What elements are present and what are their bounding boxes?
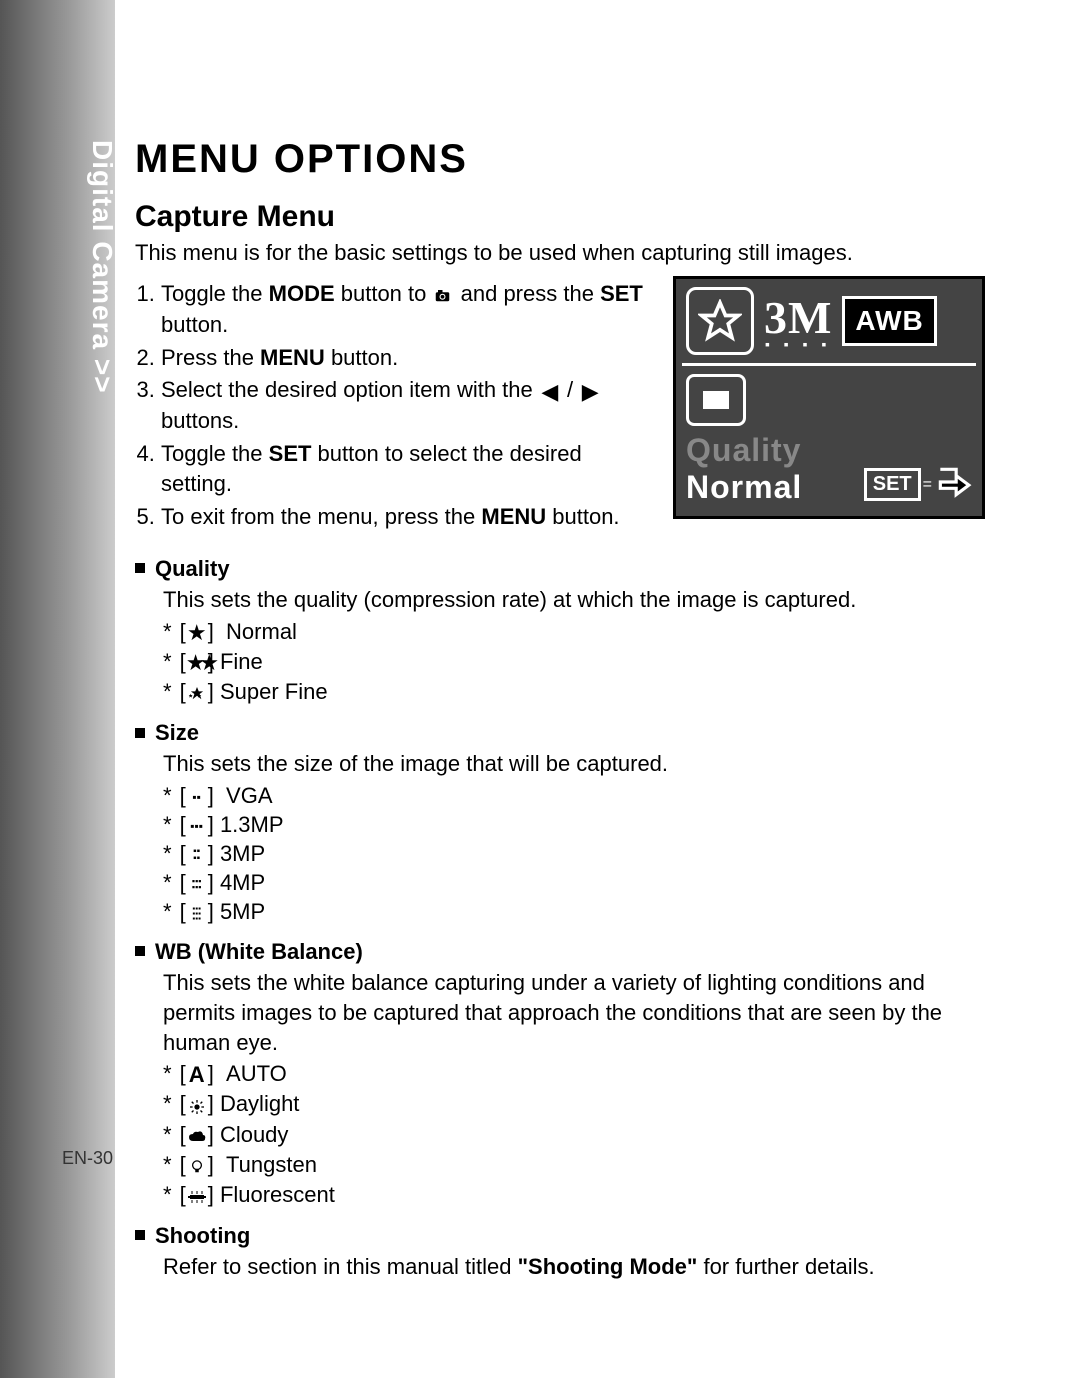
step-5: To exit from the menu, press the MENU bu… bbox=[161, 502, 655, 532]
bullet-icon bbox=[135, 728, 145, 738]
option-wb-cloudy: *[ ] Cloudy bbox=[163, 1122, 985, 1149]
dots-3-icon: ▪▪▪ bbox=[186, 819, 208, 833]
lcd-quality-value: Normal bbox=[686, 469, 802, 506]
setting-heading-wb: WB (White Balance) bbox=[135, 939, 985, 965]
sidebar-label: Digital Camera >> bbox=[86, 140, 118, 394]
dots-9-icon: ▪▪▪▪▪▪▪▪▪ bbox=[186, 906, 208, 921]
setting-heading-shooting: Shooting bbox=[135, 1223, 985, 1249]
dots-2-icon: ▪▪ bbox=[186, 790, 208, 804]
right-enter-icon bbox=[934, 463, 972, 506]
right-arrow-icon: ▶ bbox=[579, 377, 601, 407]
option-wb-auto: *[A] AUTO bbox=[163, 1061, 985, 1088]
sidebar: Digital Camera >> bbox=[0, 0, 115, 1378]
star-2-icon: ★★ bbox=[186, 650, 208, 676]
dots-6-icon: ▪▪▪▪▪▪ bbox=[186, 878, 208, 890]
bullet-icon bbox=[135, 1230, 145, 1240]
star-1-icon: ★ bbox=[186, 620, 208, 646]
option-wb-daylight: *[ ] Daylight bbox=[163, 1091, 985, 1118]
option-quality-normal: *[★] Normal bbox=[163, 619, 985, 646]
bulb-icon bbox=[186, 1153, 208, 1179]
camera-icon bbox=[433, 280, 455, 310]
lcd-size: 3M ▪ ▪ ▪ ▪ bbox=[764, 291, 832, 352]
fluorescent-icon bbox=[186, 1183, 208, 1209]
setting-desc-shooting: Refer to section in this manual titled "… bbox=[163, 1252, 985, 1282]
star-3-icon bbox=[186, 680, 208, 706]
left-arrow-icon: ◀ bbox=[539, 377, 561, 407]
option-size-3mp: *[▪▪▪▪] 3MP bbox=[163, 841, 985, 867]
setting-desc-size: This sets the size of the image that wil… bbox=[163, 749, 985, 779]
setting-heading-quality: Quality bbox=[135, 556, 985, 582]
step-3: Select the desired option item with the … bbox=[161, 375, 655, 436]
sun-icon bbox=[186, 1093, 208, 1119]
quality-options: *[★] Normal *[★★] Fine *[ ] Super Fine bbox=[163, 619, 985, 707]
page-content: MENU OPTIONS Capture Menu This menu is f… bbox=[135, 115, 985, 1286]
instruction-steps: Toggle the MODE button to and press the … bbox=[135, 276, 655, 534]
bullet-icon bbox=[135, 563, 145, 573]
step-4: Toggle the SET button to select the desi… bbox=[161, 439, 655, 498]
page-number: EN-30 bbox=[62, 1148, 113, 1169]
option-quality-fine: *[★★] Fine bbox=[163, 649, 985, 676]
lcd-set-indicator: SET = bbox=[864, 463, 972, 506]
step-2: Press the MENU button. bbox=[161, 343, 655, 373]
option-wb-fluorescent: *[ ] Fluorescent bbox=[163, 1182, 985, 1209]
dots-4-icon: ▪▪▪▪ bbox=[186, 848, 208, 862]
option-size-4mp: *[▪▪▪▪▪▪] 4MP bbox=[163, 870, 985, 896]
setting-heading-size: Size bbox=[135, 720, 985, 746]
quality-star-icon bbox=[686, 287, 754, 355]
option-size-vga: *[▪▪] VGA bbox=[163, 783, 985, 809]
camera-lcd-preview: 3M ▪ ▪ ▪ ▪ AWB Quality Normal bbox=[673, 276, 985, 519]
option-size-5mp: *[▪▪▪▪▪▪▪▪▪] 5MP bbox=[163, 899, 985, 925]
setting-desc-quality: This sets the quality (compression rate)… bbox=[163, 585, 985, 615]
section-title-capture-menu: Capture Menu bbox=[135, 200, 985, 234]
shooting-single-icon bbox=[686, 374, 746, 426]
setting-desc-wb: This sets the white balance capturing un… bbox=[163, 968, 985, 1057]
cloud-icon bbox=[186, 1123, 208, 1149]
lcd-quality-label: Quality bbox=[686, 432, 802, 469]
intro-text: This menu is for the basic settings to b… bbox=[135, 240, 985, 266]
option-wb-tungsten: *[ ] Tungsten bbox=[163, 1152, 985, 1179]
size-options: *[▪▪] VGA *[▪▪▪] 1.3MP *[▪▪▪▪] 3MP *[▪▪▪… bbox=[163, 783, 985, 925]
auto-a-icon: A bbox=[186, 1062, 208, 1088]
wb-options: *[A] AUTO *[ ] Daylight *[ ] Cloudy *[ ]… bbox=[163, 1061, 985, 1209]
bullet-icon bbox=[135, 946, 145, 956]
lcd-awb-badge: AWB bbox=[842, 296, 936, 346]
page-title: MENU OPTIONS bbox=[135, 137, 985, 182]
option-quality-superfine: *[ ] Super Fine bbox=[163, 679, 985, 706]
option-size-1-3mp: *[▪▪▪] 1.3MP bbox=[163, 812, 985, 838]
step-1: Toggle the MODE button to and press the … bbox=[161, 279, 655, 340]
